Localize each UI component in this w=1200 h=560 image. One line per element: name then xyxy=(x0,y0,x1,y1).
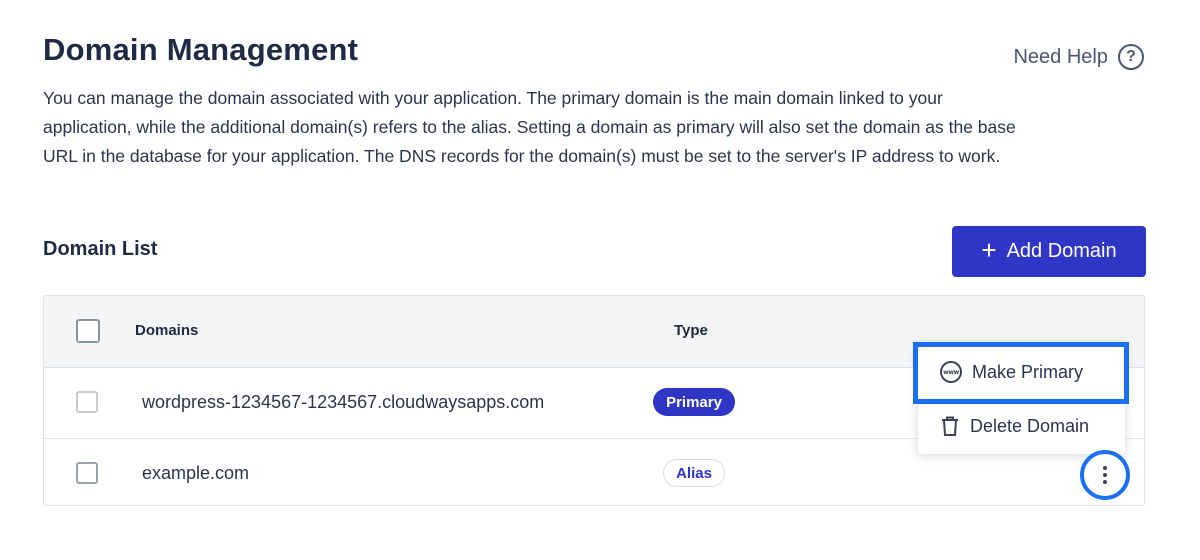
domain-list-title: Domain List xyxy=(43,238,158,260)
page-description: You can manage the domain associated wit… xyxy=(43,88,1016,166)
type-badge-alias: Alias xyxy=(663,459,725,487)
menu-item-make-primary[interactable]: www Make Primary xyxy=(918,346,1125,398)
domain-name: example.com xyxy=(142,463,250,483)
row-actions-menu: www Make Primary Delete Domain xyxy=(918,342,1125,454)
more-vertical-icon xyxy=(1103,466,1107,484)
type-badge-primary: Primary xyxy=(653,388,735,416)
add-domain-label: Add Domain xyxy=(1006,240,1117,262)
column-header-domains: Domains xyxy=(135,322,199,339)
select-all-checkbox[interactable] xyxy=(76,319,100,343)
need-help-link[interactable]: Need Help ? xyxy=(1013,44,1144,70)
menu-item-delete-domain[interactable]: Delete Domain xyxy=(918,400,1125,452)
row-checkbox[interactable] xyxy=(76,462,98,484)
column-header-type: Type xyxy=(674,322,708,339)
trash-icon xyxy=(940,415,960,437)
question-circle-icon: ? xyxy=(1118,44,1144,70)
add-domain-button[interactable]: + Add Domain xyxy=(952,226,1146,277)
delete-domain-label: Delete Domain xyxy=(970,415,1090,436)
make-primary-label: Make Primary xyxy=(972,361,1084,382)
page-title: Domain Management xyxy=(43,32,359,67)
plus-icon: + xyxy=(981,235,997,265)
www-globe-icon: www xyxy=(940,361,962,383)
need-help-label: Need Help xyxy=(1013,45,1108,68)
row-checkbox[interactable] xyxy=(76,391,98,413)
row-actions-button[interactable] xyxy=(1080,450,1130,500)
domain-name: wordpress-1234567-1234567.cloudwaysapps.… xyxy=(142,392,545,412)
